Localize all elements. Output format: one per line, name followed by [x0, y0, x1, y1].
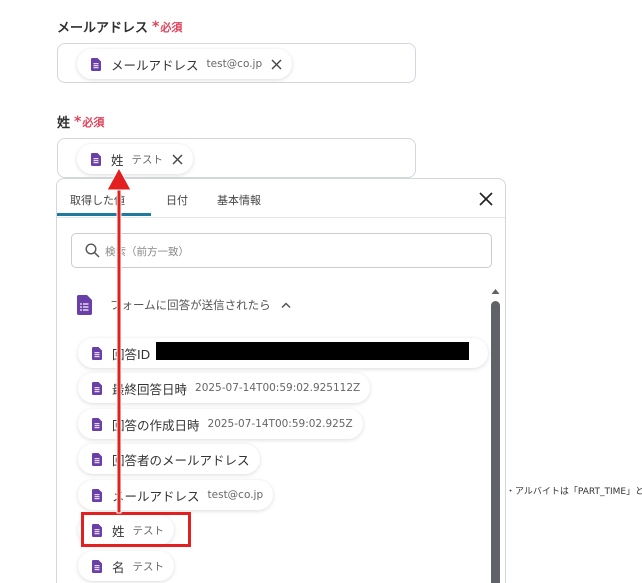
- email-value-chip[interactable]: メールアドレス test@co.jp: [77, 49, 293, 79]
- search-icon: [85, 243, 100, 258]
- lastname-value-chip[interactable]: 姓 テスト: [77, 144, 194, 174]
- scrollbar[interactable]: [491, 301, 500, 583]
- list-item-firstname[interactable]: 名 テスト: [78, 551, 175, 581]
- redacted-value: [156, 342, 469, 360]
- form-doc-icon: [91, 152, 101, 166]
- highlight-box: [81, 512, 191, 547]
- lastname-field-label: 姓 *必須: [57, 113, 105, 132]
- tab-date[interactable]: 日付: [166, 192, 188, 208]
- required-badge: *必須: [74, 113, 105, 130]
- scroll-up-icon[interactable]: [491, 288, 500, 295]
- search-input[interactable]: 検索（前方一致）: [71, 233, 492, 268]
- email-field-label: メールアドレス *必須: [57, 18, 183, 37]
- form-doc-icon: [92, 559, 102, 573]
- email-field[interactable]: メールアドレス test@co.jp: [57, 43, 416, 83]
- side-note-text: ・アルバイトは「PART_TIME」と: [506, 487, 642, 497]
- required-badge: *必須: [152, 18, 183, 35]
- tab-basic-info[interactable]: 基本情報: [217, 192, 261, 208]
- google-forms-icon: [77, 295, 92, 315]
- chevron-up-icon[interactable]: [281, 301, 291, 309]
- remove-chip-icon[interactable]: [271, 59, 282, 70]
- annotation-arrow: [106, 166, 132, 514]
- remove-chip-icon[interactable]: [172, 154, 183, 165]
- close-icon[interactable]: [479, 192, 493, 206]
- form-doc-icon: [91, 57, 101, 71]
